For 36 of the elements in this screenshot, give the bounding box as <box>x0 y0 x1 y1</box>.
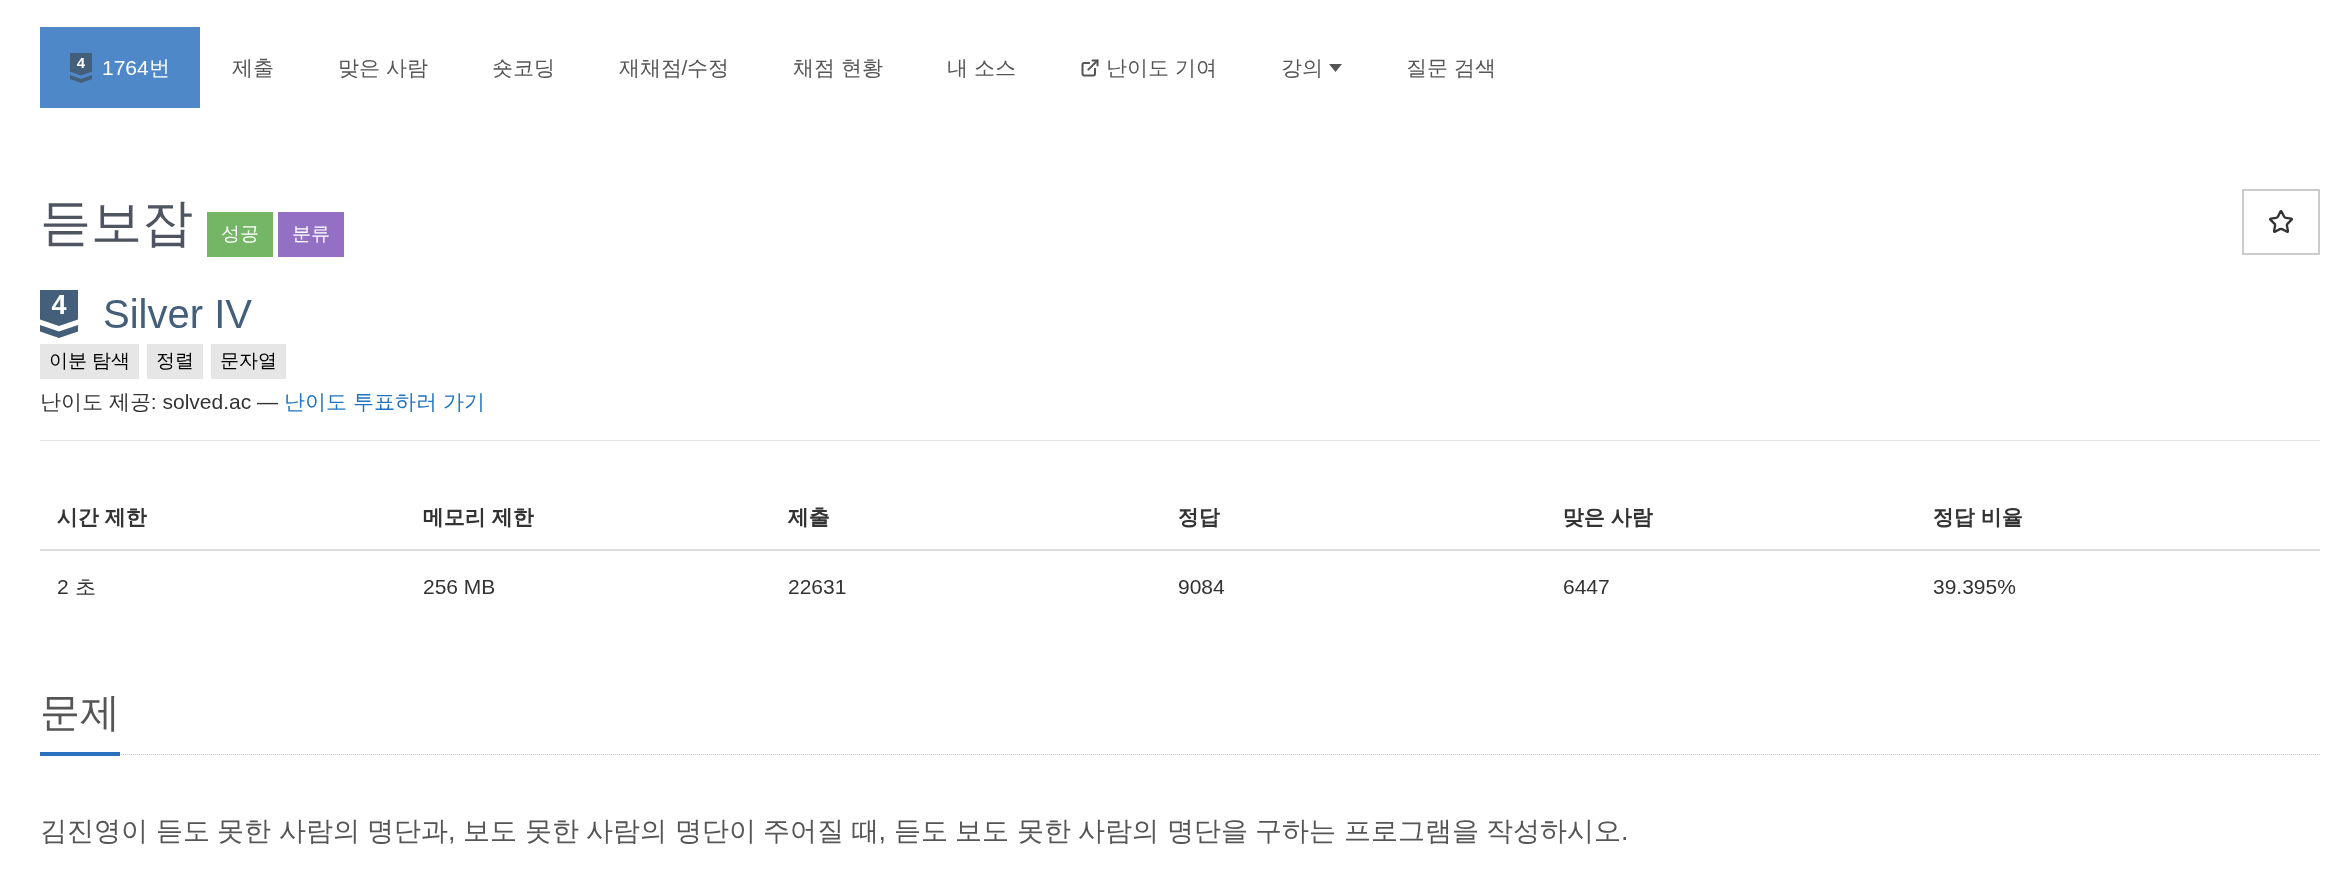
nav-tab[interactable]: 제출 <box>199 27 306 108</box>
external-link-icon <box>1080 57 1101 78</box>
nav-tab[interactable]: 내 소스 <box>915 27 1049 108</box>
star-icon <box>2268 209 2294 235</box>
nav-tab[interactable]: 질문 검색 <box>1373 27 1528 108</box>
nav-tab[interactable]: 맞은 사람 <box>305 27 460 108</box>
column-header: 제출 <box>771 484 1161 550</box>
difficulty-source-text: 난이도 제공: solved.ac — <box>40 390 279 413</box>
table-cell: 22631 <box>771 550 1161 622</box>
algorithm-tag[interactable]: 문자열 <box>211 344 287 379</box>
table-cell: 256 MB <box>406 550 771 622</box>
nav-tab[interactable]: 강의 <box>1248 27 1374 108</box>
table-cell: 2 초 <box>40 550 406 622</box>
favorite-button[interactable] <box>2242 189 2320 255</box>
column-header: 정답 <box>1161 484 1546 550</box>
column-header: 메모리 제한 <box>406 484 771 550</box>
difficulty-vote-link[interactable]: 난이도 투표하러 가기 <box>283 390 485 413</box>
table-cell: 6447 <box>1546 550 1916 622</box>
problem-description: 김진영이 듣도 못한 사람의 명단과, 보도 못한 사람의 명단이 주어질 때, 듣도 보도 못한 사람의 명단을 구하는 프로그램을 작성하시오. <box>40 815 1630 848</box>
section-heading: 문제 <box>40 688 120 756</box>
algorithm-tag[interactable]: 정렬 <box>147 344 204 379</box>
nav-tab[interactable]: 숏코딩 <box>459 27 587 108</box>
table-cell: 39.395% <box>1916 550 2320 622</box>
nav-tab[interactable]: 4 1764번 <box>40 27 200 108</box>
problem-label[interactable]: 분류 <box>278 212 344 257</box>
nav-tab[interactable]: 채점 현황 <box>761 27 916 108</box>
table-cell: 9084 <box>1161 550 1546 622</box>
nav-tab[interactable]: 난이도 기여 <box>1048 27 1249 108</box>
caret-down-icon <box>1328 63 1342 72</box>
column-header: 정답 비율 <box>1916 484 2320 550</box>
algorithm-tag[interactable]: 이분 탐색 <box>40 344 140 379</box>
column-header: 시간 제한 <box>40 484 406 550</box>
problem-title: 듣보잡 <box>40 193 193 253</box>
column-header: 맞은 사람 <box>1546 484 1916 550</box>
tier-name[interactable]: Silver IV <box>103 294 252 334</box>
nav-tab[interactable]: 재채점/수정 <box>586 27 762 108</box>
